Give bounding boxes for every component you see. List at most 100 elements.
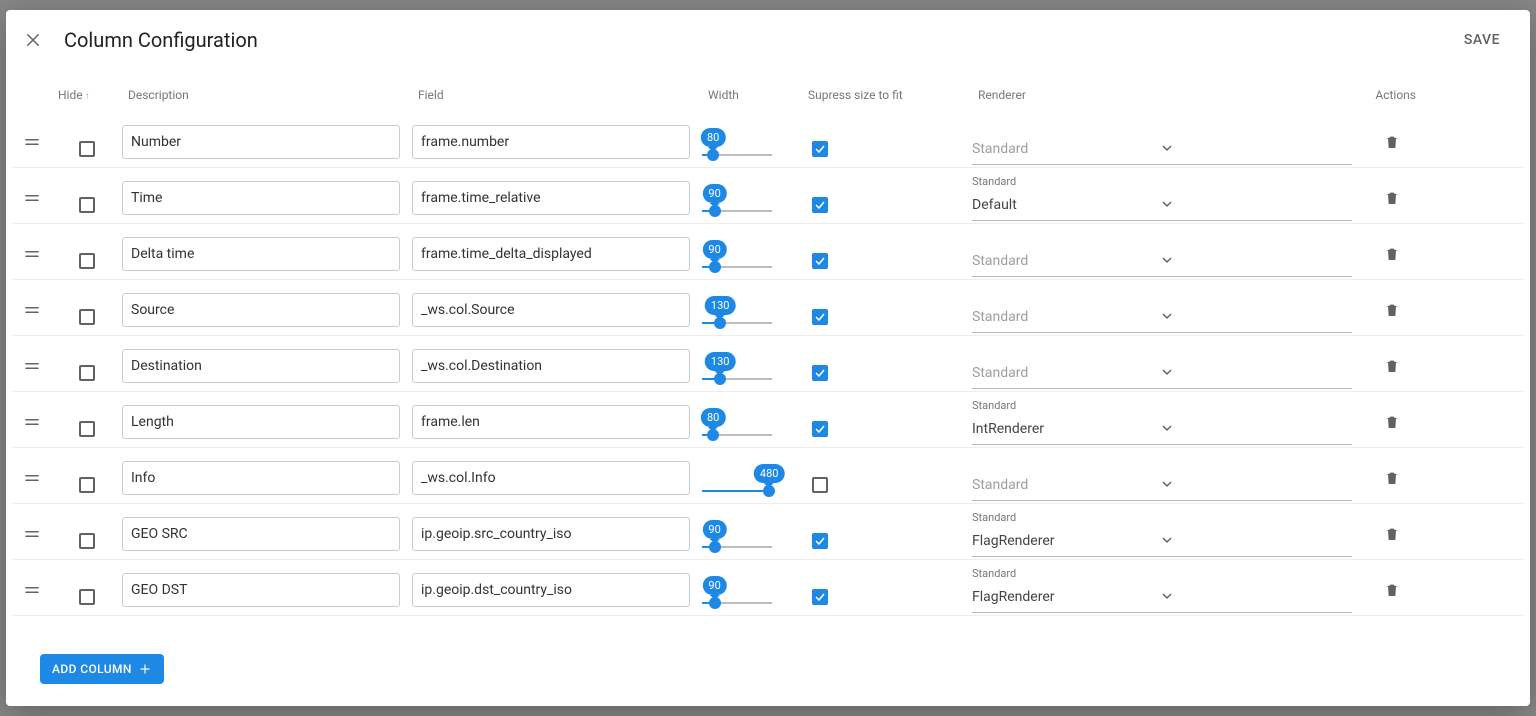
renderer-select[interactable]: IntRenderer [972, 415, 1352, 445]
renderer-label: Standard [972, 399, 1352, 413]
field-input[interactable] [412, 125, 690, 159]
suppress-checkbox[interactable] [812, 533, 828, 549]
delete-icon[interactable] [1384, 245, 1400, 263]
hide-checkbox[interactable] [79, 533, 95, 549]
close-icon[interactable] [24, 31, 42, 49]
field-input[interactable] [412, 181, 690, 215]
width-slider[interactable]: 80 [702, 128, 802, 156]
delete-icon[interactable] [1384, 133, 1400, 151]
description-input[interactable] [122, 461, 400, 495]
renderer-value: Standard [972, 253, 1162, 269]
drag-handle-icon[interactable] [12, 357, 52, 375]
renderer-label [972, 119, 1352, 133]
width-slider[interactable]: 90 [702, 240, 802, 268]
drag-handle-icon[interactable] [12, 469, 52, 487]
description-input[interactable] [122, 349, 400, 383]
suppress-checkbox[interactable] [812, 589, 828, 605]
description-input[interactable] [122, 517, 400, 551]
suppress-checkbox[interactable] [812, 253, 828, 269]
hide-checkbox[interactable] [79, 589, 95, 605]
delete-icon[interactable] [1384, 469, 1400, 487]
field-input[interactable] [412, 293, 690, 327]
col-description[interactable]: Description [122, 88, 412, 102]
delete-icon[interactable] [1384, 189, 1400, 207]
width-slider[interactable]: 130 [702, 352, 802, 380]
delete-icon[interactable] [1384, 525, 1400, 543]
renderer-select[interactable]: Standard [972, 471, 1352, 501]
width-slider[interactable]: 90 [702, 184, 802, 212]
field-input[interactable] [412, 461, 690, 495]
drag-handle-icon[interactable] [12, 413, 52, 431]
table-row: 80 Standard [12, 112, 1524, 168]
renderer-select[interactable]: Standard [972, 359, 1352, 389]
renderer-label [972, 287, 1352, 301]
field-input[interactable] [412, 573, 690, 607]
width-slider[interactable]: 90 [702, 576, 802, 604]
renderer-value: Standard [972, 141, 1162, 157]
renderer-value: FlagRenderer [972, 589, 1162, 605]
description-input[interactable] [122, 181, 400, 215]
drag-handle-icon[interactable] [12, 189, 52, 207]
save-button[interactable]: SAVE [1452, 24, 1512, 56]
width-slider[interactable]: 480 [702, 464, 802, 492]
renderer-value: Standard [972, 365, 1162, 381]
sort-arrow-icon: ↑ [85, 91, 90, 102]
col-suppress[interactable]: Supress size to fit [802, 88, 972, 102]
field-input[interactable] [412, 405, 690, 439]
hide-checkbox[interactable] [79, 253, 95, 269]
suppress-checkbox[interactable] [812, 197, 828, 213]
description-input[interactable] [122, 573, 400, 607]
col-width[interactable]: Width [702, 88, 802, 102]
field-input[interactable] [412, 349, 690, 383]
renderer-value: IntRenderer [972, 421, 1162, 437]
description-input[interactable] [122, 405, 400, 439]
description-input[interactable] [122, 125, 400, 159]
renderer-select[interactable]: Standard [972, 303, 1352, 333]
add-column-button[interactable]: ADD COLUMN [40, 654, 164, 684]
suppress-checkbox[interactable] [812, 141, 828, 157]
field-input[interactable] [412, 517, 690, 551]
suppress-checkbox[interactable] [812, 477, 828, 493]
suppress-checkbox[interactable] [812, 365, 828, 381]
renderer-select[interactable]: Default [972, 191, 1352, 221]
field-input[interactable] [412, 237, 690, 271]
drag-handle-icon[interactable] [12, 581, 52, 599]
description-input[interactable] [122, 237, 400, 271]
table-row: 130 Standard [12, 280, 1524, 336]
hide-checkbox[interactable] [79, 309, 95, 325]
hide-checkbox[interactable] [79, 421, 95, 437]
renderer-label [972, 343, 1352, 357]
renderer-value: Default [972, 197, 1162, 213]
drag-handle-icon[interactable] [12, 133, 52, 151]
suppress-checkbox[interactable] [812, 309, 828, 325]
renderer-value: Standard [972, 309, 1162, 325]
hide-checkbox[interactable] [79, 365, 95, 381]
description-input[interactable] [122, 293, 400, 327]
delete-icon[interactable] [1384, 413, 1400, 431]
delete-icon[interactable] [1384, 301, 1400, 319]
renderer-select[interactable]: Standard [972, 135, 1352, 165]
drag-handle-icon[interactable] [12, 301, 52, 319]
renderer-select[interactable]: FlagRenderer [972, 527, 1352, 557]
table-row: 90StandardFlagRenderer [12, 504, 1524, 560]
renderer-select[interactable]: FlagRenderer [972, 583, 1352, 613]
width-slider[interactable]: 130 [702, 296, 802, 324]
hide-checkbox[interactable] [79, 141, 95, 157]
drag-handle-icon[interactable] [12, 245, 52, 263]
hide-checkbox[interactable] [79, 477, 95, 493]
renderer-label: Standard [972, 567, 1352, 581]
hide-checkbox[interactable] [79, 197, 95, 213]
width-slider[interactable]: 80 [702, 408, 802, 436]
modal-header: Column Configuration SAVE [6, 10, 1530, 70]
renderer-select[interactable]: Standard [972, 247, 1352, 277]
delete-icon[interactable] [1384, 357, 1400, 375]
col-hide[interactable]: Hide↑ [52, 88, 122, 102]
drag-handle-icon[interactable] [12, 525, 52, 543]
delete-icon[interactable] [1384, 581, 1400, 599]
width-slider[interactable]: 90 [702, 520, 802, 548]
renderer-value: Standard [972, 477, 1162, 493]
col-field[interactable]: Field [412, 88, 702, 102]
suppress-checkbox[interactable] [812, 421, 828, 437]
col-renderer[interactable]: Renderer [972, 88, 1362, 102]
chevron-down-icon [1162, 533, 1352, 549]
